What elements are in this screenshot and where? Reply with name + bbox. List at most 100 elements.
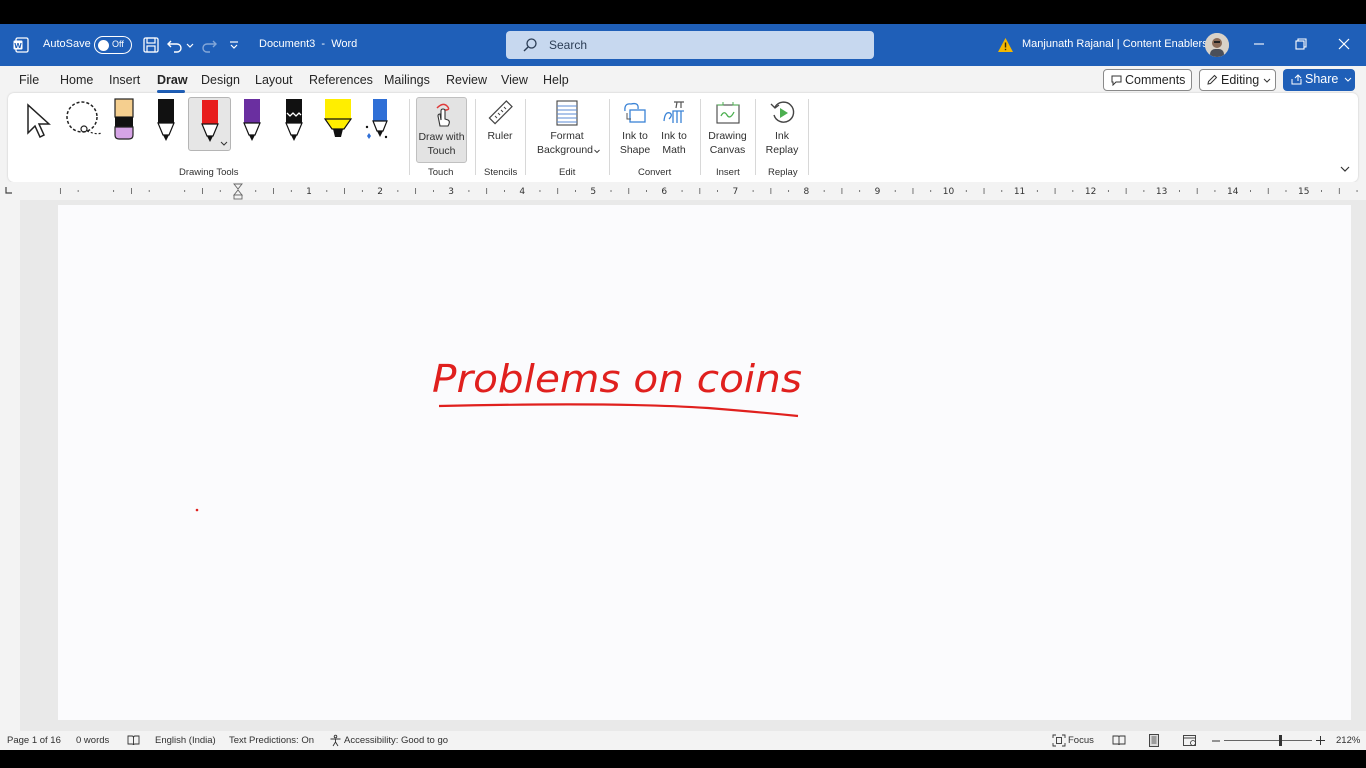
ruler-number: 3 (448, 187, 454, 197)
ruler-number: 4 (519, 187, 525, 197)
document-page[interactable]: Problems on coins (58, 205, 1351, 720)
pen-red-tool[interactable] (188, 97, 231, 151)
drawing-canvas-label-1: Drawing (708, 130, 747, 142)
pen-blue-sparkle-tool[interactable] (360, 97, 400, 149)
separator (755, 99, 756, 175)
share-button[interactable]: Share (1283, 69, 1355, 91)
ruler-button[interactable]: Ruler (480, 97, 520, 157)
tab-design[interactable]: Design (201, 73, 240, 87)
separator (609, 99, 610, 175)
handwritten-heading: Problems on coins (432, 357, 802, 401)
zoom-in-icon[interactable] (1316, 736, 1325, 745)
drawing-canvas-label-2: Canvas (709, 144, 746, 156)
word-count[interactable]: 0 words (76, 735, 109, 746)
page-count[interactable]: Page 1 of 16 (7, 735, 61, 746)
format-background-label-2: Background (536, 144, 594, 156)
highlighter-yellow-tool[interactable] (316, 97, 356, 149)
ink-canvas[interactable]: Problems on coins (58, 205, 1351, 720)
separator (409, 99, 410, 175)
ink-to-shape-icon (624, 102, 646, 123)
read-mode-icon[interactable] (1112, 735, 1126, 746)
avatar-image (1205, 33, 1229, 57)
autosave-toggle[interactable]: Off (94, 36, 132, 54)
select-objects-tool[interactable] (20, 97, 60, 149)
draw-with-touch-button[interactable]: Draw with Touch (416, 97, 467, 163)
tab-review[interactable]: Review (446, 73, 487, 87)
ink-to-math-label-2: Math (662, 144, 686, 156)
ruler-number: 7 (732, 187, 738, 197)
tab-draw[interactable]: Draw (157, 73, 188, 87)
drawing-canvas-button[interactable]: Drawing Canvas (705, 97, 750, 159)
bottom-letterbox (0, 750, 1366, 768)
web-layout-icon[interactable] (1183, 734, 1197, 747)
tab-mailings[interactable]: Mailings (384, 73, 430, 87)
ink-dot (195, 508, 199, 512)
ink-replay-button[interactable]: Ink Replay (761, 97, 803, 159)
pen-purple-tool[interactable] (232, 97, 272, 149)
proofing-book-icon[interactable] (127, 735, 140, 746)
close-icon[interactable] (1336, 36, 1352, 52)
lasso-select-tool[interactable] (62, 97, 103, 149)
editing-mode-button[interactable]: Editing (1199, 69, 1276, 91)
zoom-slider-track[interactable] (1224, 740, 1312, 741)
redo-icon[interactable] (200, 36, 218, 54)
tab-help[interactable]: Help (543, 73, 569, 87)
zoom-slider-thumb[interactable] (1279, 735, 1282, 746)
collapse-ribbon-icon[interactable] (1340, 166, 1350, 173)
purple-pen-icon (243, 99, 261, 141)
user-name[interactable]: Manjunath Rajanal | Content Enablers (1022, 38, 1208, 50)
ink-to-math-label-1: Ink to (661, 130, 687, 142)
format-background-label-1: Format (550, 130, 584, 142)
touch-draw-icon (436, 103, 450, 127)
undo-icon[interactable] (166, 36, 184, 54)
pencil-icon (1207, 74, 1218, 85)
separator (808, 99, 809, 175)
black-wave-pen-icon (285, 99, 303, 141)
ink-to-math-button[interactable]: Ink to Math (654, 97, 694, 159)
minimize-icon[interactable] (1251, 36, 1267, 52)
separator (700, 99, 701, 175)
group-label-edit: Edit (559, 167, 576, 178)
ink-replay-label-2: Replay (765, 144, 799, 156)
comments-button[interactable]: Comments (1103, 69, 1192, 91)
accessibility-status[interactable]: Accessibility: Good to go (344, 735, 448, 746)
tab-references[interactable]: References (309, 73, 373, 87)
zoom-level[interactable]: 212% (1336, 735, 1360, 746)
focus-icon[interactable] (1052, 734, 1066, 747)
tab-view[interactable]: View (501, 73, 528, 87)
avatar[interactable] (1205, 33, 1229, 57)
ruler-number: 9 (875, 187, 881, 197)
black-pen-icon (157, 99, 175, 141)
save-icon[interactable] (142, 36, 160, 54)
ink-to-shape-button[interactable]: Ink to Shape (615, 97, 655, 159)
focus-label[interactable]: Focus (1068, 735, 1094, 746)
tab-file[interactable]: File (19, 73, 39, 87)
tab-insert[interactable]: Insert (109, 73, 140, 87)
autosave-state: Off (112, 39, 124, 49)
ruler-number: 1 (306, 187, 312, 197)
language[interactable]: English (India) (155, 735, 216, 746)
horizontal-ruler[interactable]: 1 2 3 4 5 6 7 8 9 10 11 12 13 14 15 (0, 182, 1366, 200)
format-background-button[interactable]: Format Background (531, 97, 603, 159)
tab-home[interactable]: Home (60, 73, 93, 87)
search-box[interactable]: Search (506, 31, 874, 59)
toggle-knob (98, 39, 109, 51)
pen-black-wave-tool[interactable] (274, 97, 314, 149)
warning-icon[interactable] (997, 37, 1014, 53)
ink-to-shape-label-1: Ink to (622, 130, 648, 142)
text-predictions[interactable]: Text Predictions: On (229, 735, 314, 746)
zoom-out-icon[interactable] (1212, 740, 1220, 742)
eraser-tool[interactable] (104, 97, 144, 149)
restore-icon[interactable] (1293, 36, 1309, 52)
ruler-number: 8 (804, 187, 810, 197)
accessibility-icon[interactable] (329, 734, 342, 747)
undo-dropdown-icon[interactable] (185, 36, 195, 54)
ruler-label: Ruler (487, 130, 513, 142)
pen-black-tool[interactable] (146, 97, 186, 149)
left-gutter (0, 200, 20, 731)
customize-qat-icon[interactable] (228, 36, 240, 54)
ruler-number: 12 (1085, 187, 1096, 197)
print-layout-icon[interactable] (1147, 734, 1161, 747)
ink-to-math-icon (663, 101, 684, 123)
tab-layout[interactable]: Layout (255, 73, 293, 87)
